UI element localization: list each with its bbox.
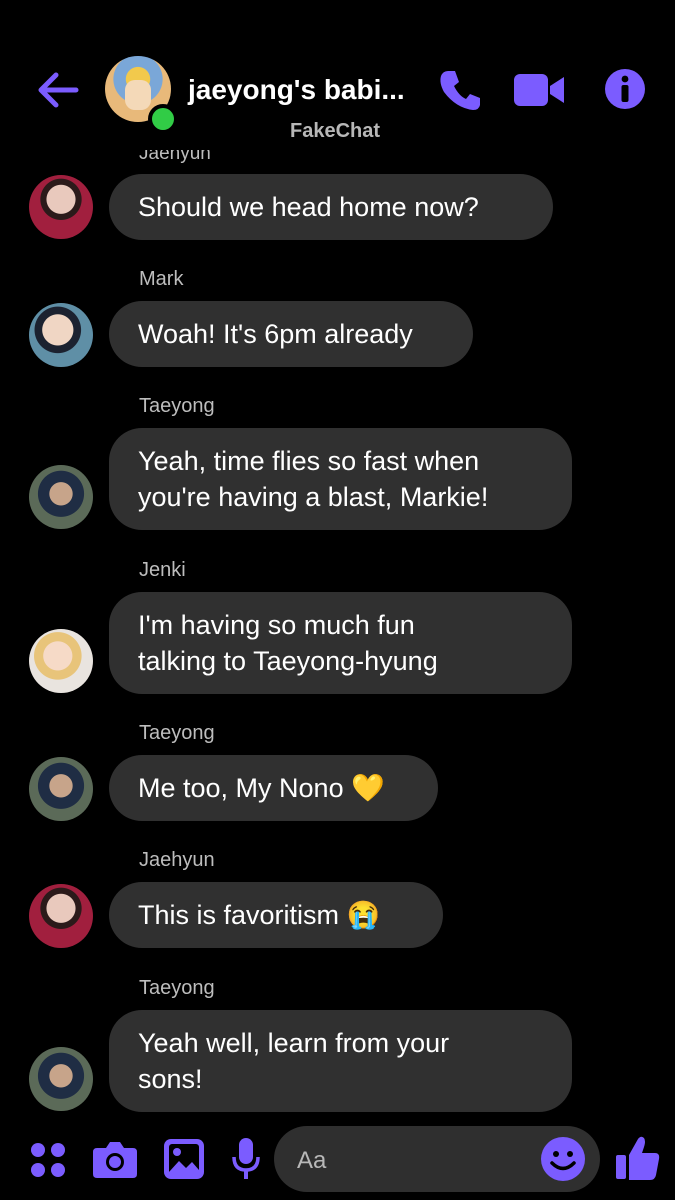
message-text: you're having a blast, Markie! bbox=[138, 482, 489, 512]
video-camera-icon[interactable] bbox=[514, 72, 564, 108]
info-icon[interactable] bbox=[604, 68, 646, 110]
message-text: Yeah, time flies so fast when bbox=[138, 446, 480, 476]
message-text: Yeah well, learn from your bbox=[138, 1028, 450, 1058]
chat-title[interactable]: jaeyong's babi... bbox=[188, 74, 405, 106]
back-arrow-icon[interactable] bbox=[36, 70, 80, 110]
avatar[interactable] bbox=[29, 1047, 93, 1111]
camera-icon[interactable] bbox=[93, 1140, 137, 1178]
message-bubble[interactable]: Yeah well, learn from your sons! bbox=[109, 1010, 572, 1112]
message-bubble[interactable]: Woah! It's 6pm already bbox=[109, 301, 473, 367]
emoji-icon[interactable] bbox=[540, 1136, 586, 1182]
avatar[interactable] bbox=[29, 303, 93, 367]
gallery-icon[interactable] bbox=[164, 1139, 204, 1179]
sender-name: Mark bbox=[139, 268, 184, 290]
message-text: Woah! It's 6pm already bbox=[138, 319, 413, 349]
sender-name: Jaehyun bbox=[139, 849, 215, 871]
chat-header: jaeyong's babi... FakeChat bbox=[0, 0, 675, 150]
sender-name: Taeyong bbox=[139, 977, 215, 999]
sender-name: Taeyong bbox=[139, 722, 215, 744]
chat-subtitle: FakeChat bbox=[290, 120, 381, 142]
message-bubble[interactable]: Me too, My Nono 💛 bbox=[109, 755, 438, 821]
sender-name: Taeyong bbox=[139, 395, 215, 417]
message-bubble[interactable]: I'm having so much fun talking to Taeyong… bbox=[109, 592, 572, 694]
online-status-dot bbox=[148, 104, 178, 134]
message-bubble[interactable]: This is favoritism 😭 bbox=[109, 882, 443, 948]
phone-icon[interactable] bbox=[438, 68, 482, 112]
thumbs-up-icon[interactable] bbox=[616, 1135, 660, 1181]
avatar[interactable] bbox=[29, 175, 93, 239]
avatar[interactable] bbox=[29, 884, 93, 948]
message-text: I'm having so much fun bbox=[138, 610, 415, 640]
message-text: Me too, My Nono 💛 bbox=[138, 773, 385, 803]
avatar[interactable] bbox=[29, 629, 93, 693]
message-input-placeholder: Aa bbox=[297, 1147, 327, 1174]
sender-name: Jenki bbox=[139, 559, 186, 581]
message-text: talking to Taeyong-hyung bbox=[138, 646, 438, 676]
apps-icon[interactable] bbox=[30, 1142, 66, 1178]
message-bubble[interactable]: Yeah, time flies so fast when you're havi… bbox=[109, 428, 572, 530]
avatar[interactable] bbox=[29, 757, 93, 821]
message-text: sons! bbox=[138, 1064, 203, 1094]
message-text: Should we head home now? bbox=[138, 192, 479, 222]
message-bubble[interactable]: Should we head home now? bbox=[109, 174, 553, 240]
message-text: This is favoritism 😭 bbox=[138, 900, 381, 930]
avatar[interactable] bbox=[29, 465, 93, 529]
microphone-icon[interactable] bbox=[232, 1138, 260, 1180]
